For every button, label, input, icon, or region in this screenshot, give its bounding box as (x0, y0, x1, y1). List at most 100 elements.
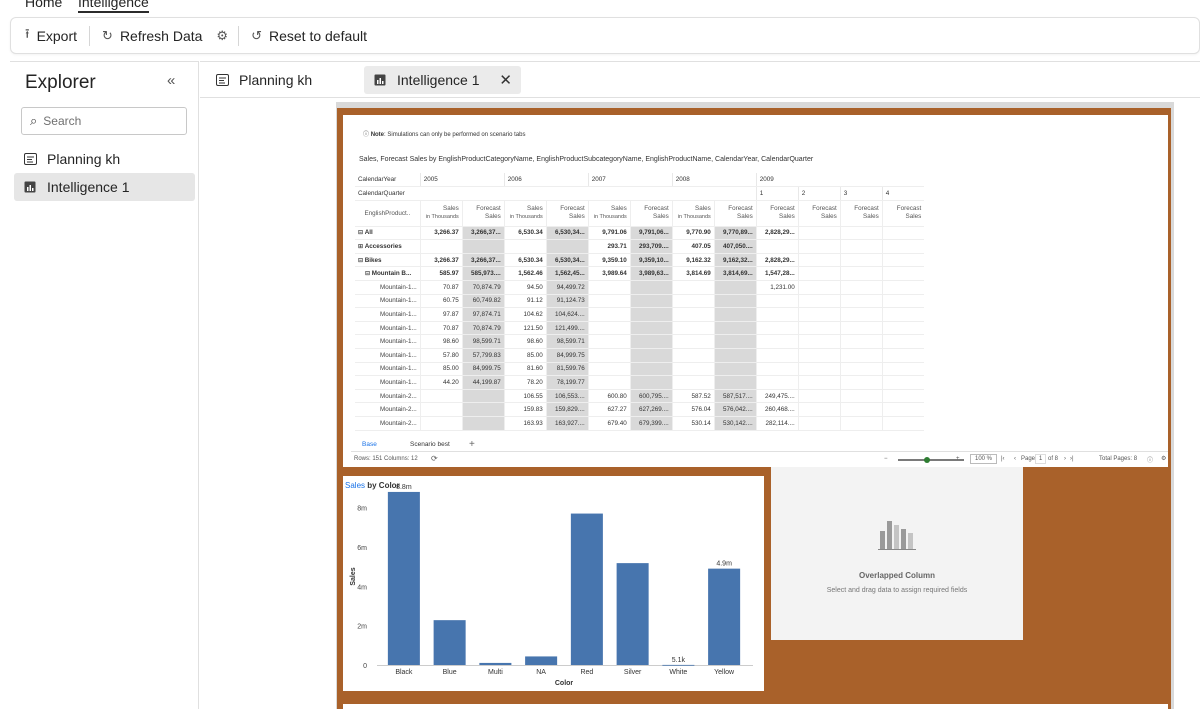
table-cell: 3,814.69 (671, 266, 715, 282)
table-cell (881, 402, 925, 417)
expand-toggle-icon[interactable]: ⊟ (358, 230, 365, 236)
sync-icon[interactable]: ⟳ (431, 454, 438, 463)
explorer-item-intelligence-1[interactable]: Intelligence 1 (14, 173, 195, 201)
overlapped-column-placeholder[interactable]: Overlapped Column Select and drag data t… (771, 467, 1023, 640)
table-cell (881, 389, 925, 404)
row-label: ⊞ Accessories (355, 239, 421, 254)
measure-line: Sales (443, 205, 459, 213)
row-label-text: Mountain-1... (380, 283, 417, 291)
search-input[interactable]: ⌕ Search (21, 107, 187, 135)
table-row[interactable]: Mountain-1... 85.00 84,999.75 81.60 81,599.7… (355, 362, 925, 377)
add-sheet-button[interactable]: + (469, 439, 475, 450)
zoom-level[interactable]: 100 % (970, 454, 998, 464)
table-row[interactable]: Mountain-1... 70.87 70,874.79 121.50 121,499… (355, 321, 925, 336)
zoom-slider[interactable] (898, 459, 964, 461)
table-row[interactable]: ⊟ Mountain B... 585.97 585,973.... 1,562.46… (355, 266, 925, 282)
table-cell (839, 253, 883, 268)
reset-default-button[interactable]: ↺ Reset to default (243, 24, 375, 48)
sheet-tab-scenario-best[interactable]: Scenario best (410, 441, 450, 448)
export-button[interactable]: ⭱ Export (17, 24, 85, 48)
zoom-out-button[interactable]: − (884, 456, 888, 462)
refresh-data-button[interactable]: ↻ Refresh Data (94, 24, 210, 48)
close-tab-icon[interactable]: ✕ (499, 71, 512, 89)
expand-toggle-icon[interactable]: ⊟ (358, 258, 365, 264)
table-cell (755, 348, 799, 363)
expand-toggle-icon[interactable]: ⊟ (365, 271, 372, 277)
last-page-icon[interactable]: ›| (1070, 456, 1074, 462)
table-cell: 600.80 (587, 389, 631, 404)
table-cell: 121.50 (503, 321, 547, 336)
page-label: Page (1021, 456, 1036, 462)
table-cell: 97.87 (419, 307, 463, 322)
table-row[interactable]: ⊟ Bikes 3,266.37 3,266,37... 6,530.34 6,530,… (355, 253, 925, 268)
page-of-label: of 8 (1048, 456, 1059, 462)
table-cell: 94.50 (503, 280, 547, 295)
table-cell: 97,874.71 (461, 307, 505, 322)
table-cell: 57.80 (419, 348, 463, 363)
measure-line: Forecast (560, 205, 585, 213)
next-page-icon[interactable]: › (1064, 456, 1066, 462)
table-row[interactable]: Mountain-2... 163.93 163,927.... 679.40 679,… (355, 416, 925, 431)
table-row[interactable]: Mountain-1... 97.87 97,874.71 104.62 104,624… (355, 307, 925, 322)
zoom-slider-thumb[interactable] (924, 457, 930, 463)
row-label-text: Mountain-1... (380, 324, 417, 332)
table-cell: 106.55 (503, 389, 547, 404)
table-row[interactable]: Mountain-1... 57.80 57,799.83 85.00 84,999.7… (355, 348, 925, 363)
table-row[interactable]: Mountain-1... 98.60 98,599.71 98.60 98,599.7… (355, 334, 925, 350)
table-cell (755, 307, 799, 322)
nav-home[interactable]: Home (25, 0, 62, 10)
expand-toggle-icon[interactable]: ⊞ (358, 244, 365, 250)
table-cell: 85.00 (419, 362, 463, 377)
table-row[interactable]: Mountain-2... 106.55 106,553.... 600.80 600,… (355, 389, 925, 404)
nav-intelligence[interactable]: Intelligence (78, 0, 149, 13)
quarter-header: 1 (755, 186, 799, 201)
prev-page-icon[interactable]: ‹ (1014, 456, 1016, 462)
sheet-tab-base[interactable]: Base (362, 441, 377, 448)
table-row[interactable]: ⊞ Accessories 293.71 293,709.... 407.05 407,… (355, 239, 925, 254)
collapse-panel-icon[interactable]: « (167, 72, 175, 89)
bar (525, 656, 558, 665)
simulation-note: ⓘ Note: Simulations can only be performe… (363, 129, 525, 138)
page-input[interactable]: 1 (1035, 454, 1047, 464)
report-icon (24, 181, 36, 193)
table-row[interactable]: Mountain-2... 159.83 159,829.... 627.27 627,… (355, 402, 925, 417)
row-label: Mountain-2... (355, 389, 421, 404)
row-label: Mountain-2... (355, 402, 421, 417)
table-cell (713, 375, 757, 390)
first-page-icon[interactable]: |‹ (1001, 456, 1005, 462)
header-row-quarter: CalendarQuarter 1 2 3 4 (355, 186, 925, 201)
row-header-calendar-year: CalendarYear (355, 173, 421, 188)
table-cell: 260,468.... (755, 402, 799, 417)
gear-icon[interactable]: ⚙ (1161, 455, 1166, 462)
info-icon[interactable]: ⓘ (1147, 455, 1153, 464)
table-cell (797, 294, 841, 309)
table-cell: 106,553.... (545, 389, 589, 404)
zoom-in-button[interactable]: + (956, 456, 960, 462)
quarter-header-empty (504, 186, 547, 201)
explorer-title: Explorer (25, 72, 96, 93)
tab-intelligence-1[interactable]: Intelligence 1 ✕ (364, 66, 521, 94)
row-label: ⊟ Mountain B... (355, 266, 421, 282)
table-cell (587, 294, 631, 309)
table-cell (587, 348, 631, 363)
export-label: Export (36, 27, 78, 44)
explorer-item-planning-kh[interactable]: Planning kh (14, 145, 195, 173)
table-row[interactable]: Mountain-1... 44.20 44,199.87 78.20 78,199.7… (355, 375, 925, 390)
table-cell (587, 321, 631, 336)
table-cell (881, 266, 925, 282)
table-row[interactable]: Mountain-1... 70.87 70,874.79 94.50 94,499.7… (355, 280, 925, 295)
row-label: Mountain-1... (355, 294, 421, 309)
table-cell: 3,266.37 (419, 253, 463, 268)
table-row[interactable]: Mountain-1... 60.75 60,749.82 91.12 91,124.7… (355, 294, 925, 309)
table-cell: 407,050.... (713, 239, 757, 254)
table-row[interactable]: ⊟ All 3,266.37 3,266,37... 6,530.34 6,530,34… (355, 226, 925, 241)
table-cell (587, 375, 631, 390)
settings-button[interactable]: ⚙ (210, 24, 234, 48)
table-cell: 9,359,10... (629, 253, 673, 268)
table-cell (713, 321, 757, 336)
y-tick-label: 2m (357, 624, 367, 631)
tab-planning-kh[interactable]: Planning kh (206, 66, 322, 94)
table-cell: 585.97 (419, 266, 463, 282)
table-cell (671, 375, 715, 390)
measure-line: Sales (905, 213, 922, 221)
